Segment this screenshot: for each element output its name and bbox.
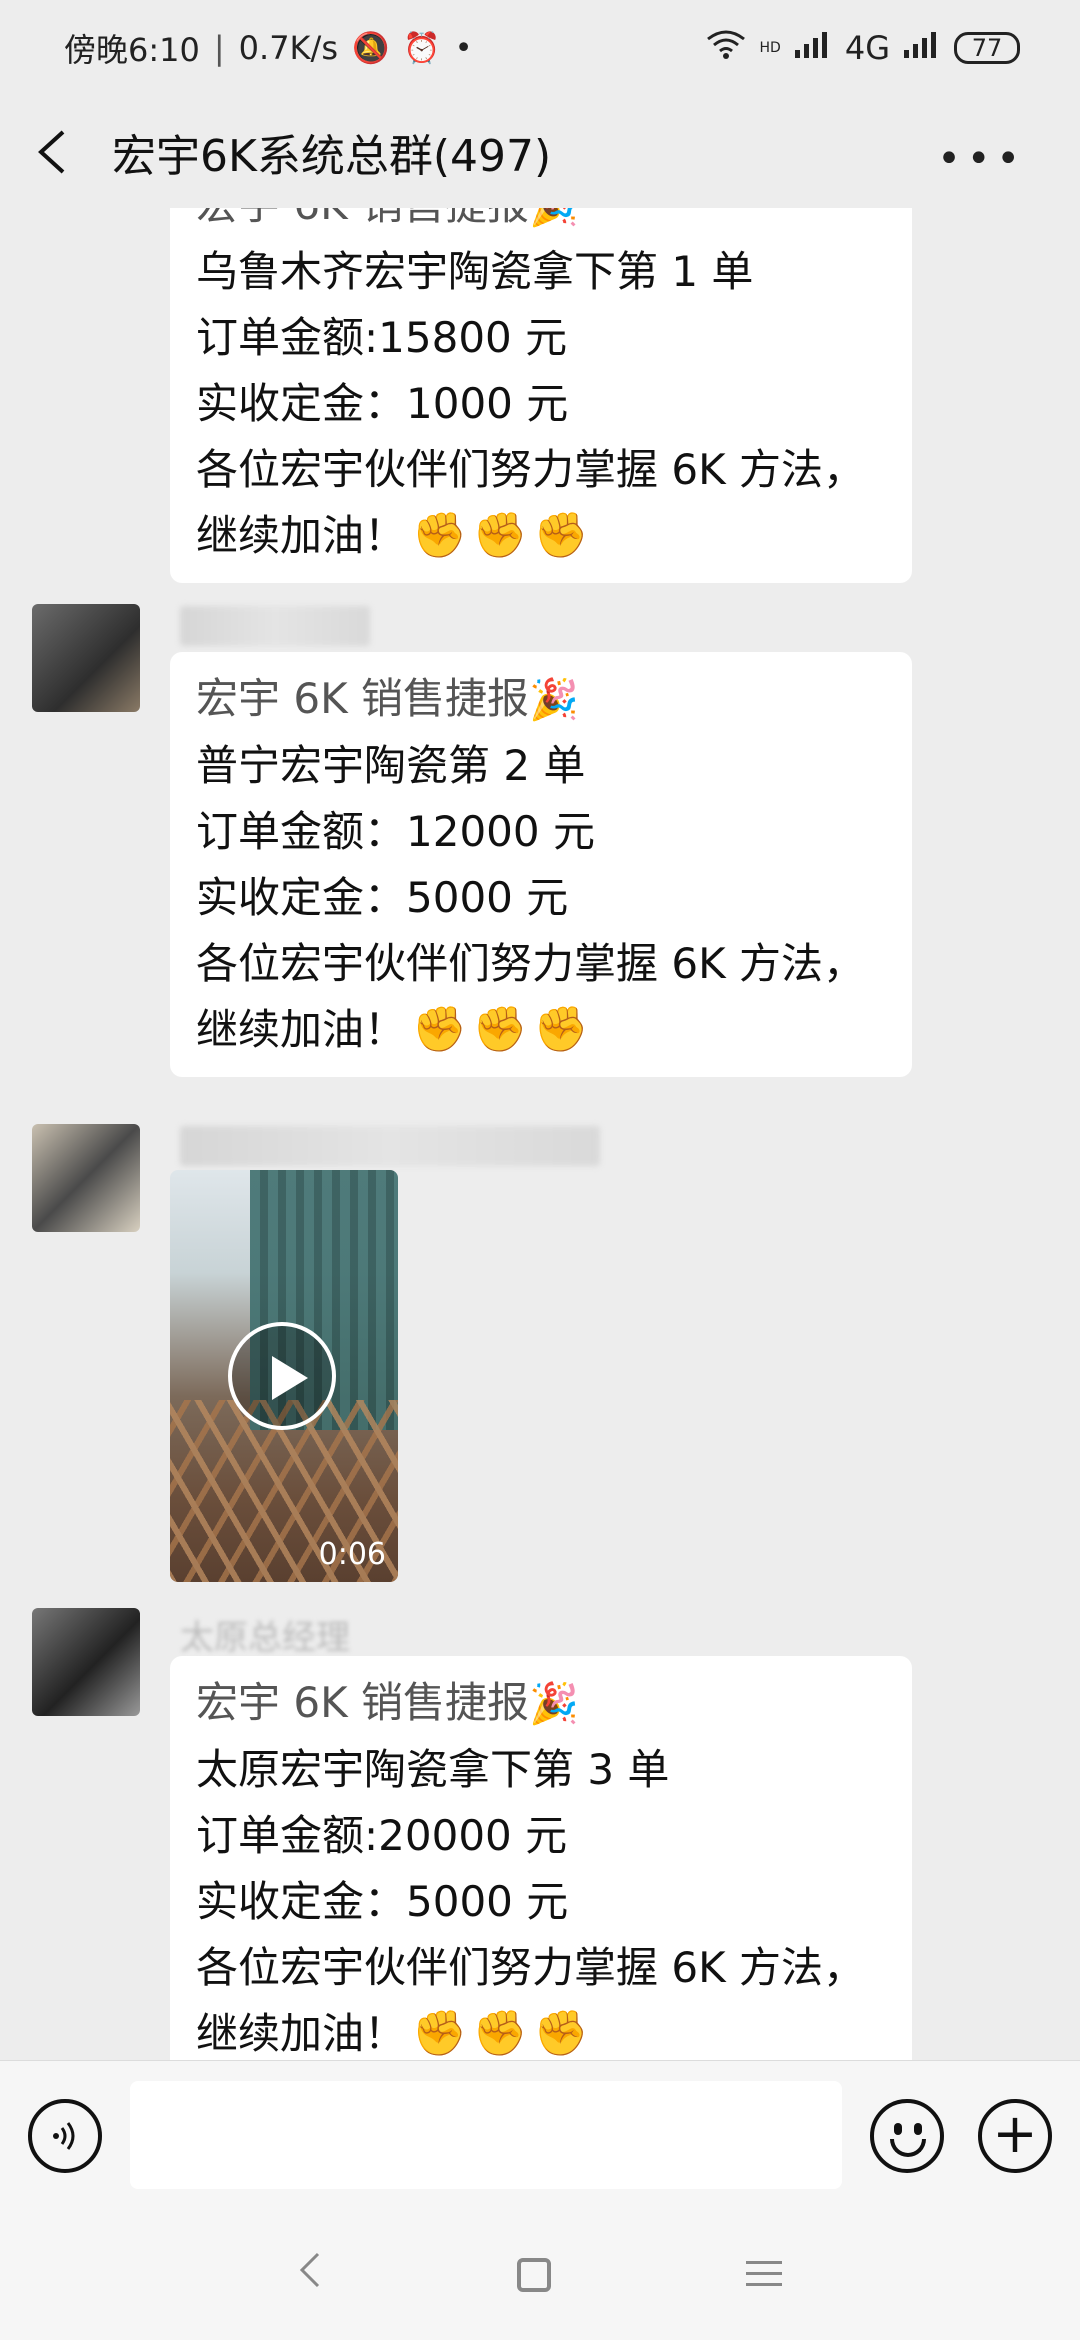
avatar[interactable] — [32, 1124, 140, 1232]
voice-input-button[interactable] — [28, 2099, 102, 2173]
dot-icon: • — [454, 30, 473, 66]
fist-icon: ✊ — [472, 510, 528, 561]
status-time: 傍晚6:10 — [64, 31, 200, 69]
status-speed: 0.7K/s — [238, 29, 338, 67]
emoji-button[interactable] — [870, 2099, 944, 2173]
nav-home-icon[interactable] — [516, 2258, 551, 2292]
message-line: 继续加油！ ✊ ✊ ✊ — [196, 2001, 886, 2060]
status-left: 傍晚6:10 | 0.7K/s 🔕 ⏰ • — [64, 25, 472, 71]
fist-icon: ✊ — [412, 2008, 467, 2059]
avatar[interactable] — [32, 1608, 140, 1716]
fist-icon: ✊ — [472, 1004, 528, 1055]
status-right: HD 4G 77 — [706, 29, 1020, 67]
more-options-icon[interactable]: ••• — [937, 136, 1026, 182]
sender-name-blurred — [180, 606, 370, 646]
mute-bell-icon: 🔕 — [351, 30, 390, 66]
chat-header: 宏宇6K系统总群(497) ••• — [0, 96, 1080, 208]
chat-area[interactable]: 宏宇 6K 销售捷报🎉 乌鲁木齐宏宇陶瓷拿下第 1 单 订单金额:15800 元… — [0, 208, 1080, 2060]
message-line: 实收定金：5000 元 — [196, 1877, 569, 1926]
message-line: 各位宏宇伙伴们努力掌握 6K 方法， — [196, 939, 865, 988]
network-type: 4G — [844, 29, 890, 67]
party-popper-icon: 🎉 — [528, 1681, 579, 1727]
signal-icon — [794, 30, 831, 66]
message-line: 各位宏宇伙伴们努力掌握 6K 方法， — [196, 445, 865, 494]
party-popper-icon: 🎉 — [529, 208, 579, 239]
play-button[interactable] — [228, 1322, 336, 1430]
message-bubble[interactable]: 宏宇 6K 销售捷报🎉 乌鲁木齐宏宇陶瓷拿下第 1 单 订单金额:15800 元… — [170, 208, 912, 583]
hd-badge: HD — [759, 40, 781, 56]
fist-icon: ✊ — [412, 510, 467, 561]
fist-icon: ✊ — [472, 2008, 528, 2059]
fist-icon: ✊ — [533, 1004, 589, 1055]
message-bubble[interactable]: 宏宇 6K 销售捷报🎉 太原宏宇陶瓷拿下第 3 单 订单金额:20000 元 实… — [170, 1656, 912, 2060]
video-duration: 0:06 — [318, 1537, 386, 1572]
chat-title: 宏宇6K系统总群(497) — [112, 131, 552, 182]
message-line: 宏宇 6K 销售捷报🎉 — [196, 666, 886, 733]
battery-indicator: 77 — [954, 32, 1020, 64]
message-input[interactable] — [130, 2081, 842, 2189]
back-arrow-icon[interactable] — [30, 130, 74, 174]
status-separator: | — [213, 29, 225, 67]
emoji-eye — [914, 2123, 922, 2135]
message-line: 宏宇 6K 销售捷报🎉 — [196, 1670, 886, 1737]
sender-name-blurred — [180, 1126, 600, 1166]
message-line: 普宁宏宇陶瓷第 2 单 — [196, 741, 586, 790]
message-line: 订单金额:15800 元 — [196, 313, 568, 362]
message-line: 乌鲁木齐宏宇陶瓷拿下第 1 单 — [196, 247, 754, 296]
status-bar: 傍晚6:10 | 0.7K/s 🔕 ⏰ • HD 4G 77 — [0, 0, 1080, 96]
system-nav-bar — [0, 2210, 1080, 2340]
message-line: 订单金额：12000 元 — [196, 807, 595, 856]
emoji-mouth — [890, 2139, 926, 2157]
avatar[interactable] — [32, 604, 140, 712]
message-line: 实收定金：1000 元 — [196, 379, 569, 428]
video-message[interactable]: 0:06 — [170, 1170, 398, 1582]
fist-icon: ✊ — [533, 510, 589, 561]
input-bar: + — [0, 2060, 1080, 2210]
wifi-icon — [706, 29, 746, 67]
message-line: 各位宏宇伙伴们努力掌握 6K 方法， — [196, 1943, 865, 1992]
sender-name: 太原总经理 — [180, 1618, 350, 1658]
fist-icon: ✊ — [533, 2008, 589, 2059]
nav-back-icon[interactable] — [298, 2250, 322, 2300]
message-bubble[interactable]: 宏宇 6K 销售捷报🎉 普宁宏宇陶瓷第 2 单 订单金额：12000 元 实收定… — [170, 652, 912, 1077]
alarm-icon: ⏰ — [403, 30, 441, 66]
message-line: 继续加油！ ✊ ✊ ✊ — [196, 997, 886, 1063]
party-popper-icon: 🎉 — [528, 677, 579, 723]
emoji-eye — [894, 2123, 902, 2135]
signal-icon-2 — [904, 30, 940, 66]
add-attachment-button[interactable]: + — [978, 2099, 1052, 2173]
message-line: 宏宇 6K 销售捷报🎉 — [196, 208, 886, 239]
fist-icon: ✊ — [412, 1004, 467, 1055]
message-line: 太原宏宇陶瓷拿下第 3 单 — [196, 1745, 670, 1794]
message-line: 订单金额:20000 元 — [196, 1811, 568, 1860]
message-line: 继续加油！ ✊ ✊ ✊ — [196, 503, 886, 569]
nav-menu-icon[interactable] — [746, 2250, 783, 2301]
message-line: 实收定金：5000 元 — [196, 873, 569, 922]
